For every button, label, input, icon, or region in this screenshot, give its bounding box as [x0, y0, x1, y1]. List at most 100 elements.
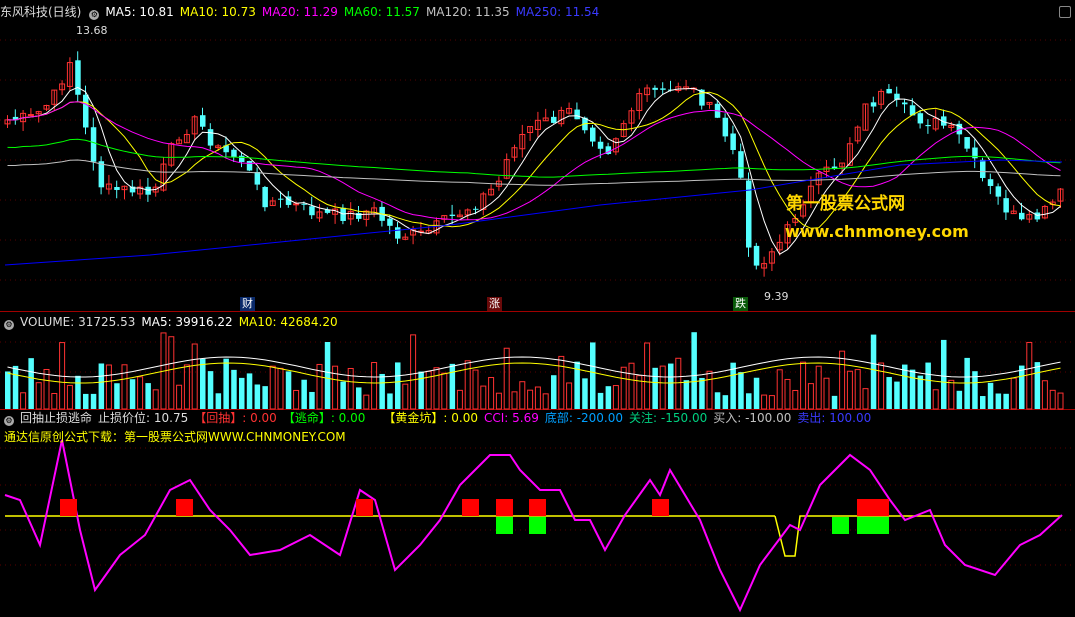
volume-bar	[395, 362, 401, 409]
volume-bar	[1049, 389, 1056, 410]
candle-body	[551, 116, 557, 123]
candle-body	[200, 115, 206, 127]
volume-bar	[488, 377, 495, 410]
candle-body	[590, 127, 596, 142]
ma60-label: MA60: 11.57	[343, 5, 420, 19]
volume-bar	[995, 393, 1002, 409]
volume-bar	[987, 382, 994, 409]
volume-bar	[90, 393, 97, 409]
volume-bar	[176, 384, 183, 410]
volume-bar	[902, 364, 908, 409]
volume-bar	[534, 386, 541, 410]
volume-bar	[418, 371, 424, 409]
low-price-label: 9.39	[764, 290, 789, 303]
settings-icon[interactable]: ⚙	[4, 320, 14, 330]
settings-icon[interactable]: ⚙	[4, 416, 14, 426]
volume-bar	[269, 365, 276, 410]
buy-level: 买入: -100.00	[713, 411, 792, 425]
volume-bar	[75, 375, 81, 409]
zero-line	[774, 515, 1062, 557]
volume-bar	[628, 362, 635, 410]
volume-bar	[456, 389, 463, 410]
indicator-pane[interactable]: ⚙ 回抽止损逃命 止损价位: 10.75 【回抽】: 0.00 【逃命】: 0.00 【黄…	[0, 410, 1075, 617]
volume-bar	[980, 396, 986, 409]
candle-body	[254, 171, 261, 185]
volume-bar	[301, 379, 307, 409]
volume-bar	[558, 355, 565, 410]
volume-bar	[956, 390, 963, 409]
volume-bar	[1057, 392, 1064, 410]
candle-body	[987, 179, 994, 186]
expand-icon[interactable]	[1059, 6, 1071, 18]
sell-signal-block	[529, 499, 546, 516]
volume-bar	[738, 372, 744, 409]
volume-bar	[909, 369, 916, 409]
candle-body	[293, 203, 300, 206]
volume-bar	[402, 383, 409, 410]
event-marker-cai[interactable]: 财	[240, 297, 255, 311]
volume-bar	[464, 360, 471, 410]
huichou-value: 【回抽】: 0.00	[194, 411, 277, 425]
candlestick-chart[interactable]	[0, 0, 1075, 312]
candle-body	[449, 214, 456, 217]
candle-body	[995, 186, 1002, 197]
sell-signal-block	[60, 499, 77, 516]
volume-bar	[51, 392, 58, 410]
candle-body	[738, 151, 744, 178]
candle-body	[722, 117, 729, 137]
candle-body	[75, 60, 81, 95]
volume-bar	[152, 389, 159, 410]
volume-label: VOLUME: 31725.53	[20, 315, 136, 329]
candle-body	[98, 161, 105, 188]
volume-bar	[761, 394, 768, 410]
settings-icon[interactable]: ⚙	[89, 10, 100, 20]
price-pane[interactable]: 东风科技(日线) ⚙ MA5: 10.81 MA10: 10.73 MA20: 11.2…	[0, 0, 1075, 312]
sell-signal-block	[462, 499, 479, 516]
volume-bar	[1034, 362, 1041, 409]
candle-body	[239, 155, 245, 163]
ma250-label: MA250: 11.54	[515, 5, 600, 19]
candle-body	[387, 218, 393, 226]
volume-bar	[668, 363, 674, 409]
volume-bar	[792, 389, 799, 410]
sell-signal-block	[356, 499, 373, 516]
volume-bar	[363, 394, 370, 410]
sell-signal-block	[496, 499, 513, 516]
candle-body	[964, 137, 970, 149]
volume-bar	[527, 389, 534, 410]
volume-bar	[43, 368, 50, 410]
volume-bar	[511, 391, 518, 410]
volume-bar	[223, 358, 229, 409]
volume-bar	[722, 395, 729, 409]
volume-bar	[20, 392, 27, 410]
volume-bar	[239, 377, 245, 409]
volume-bar	[582, 378, 588, 409]
volume-bar	[1019, 365, 1025, 409]
volume-bar	[706, 370, 713, 410]
candle-body	[301, 203, 307, 205]
volume-bar	[566, 382, 573, 410]
volume-bar	[683, 380, 690, 409]
huangjin-value: 【黄金坑】: 0.00	[383, 411, 478, 425]
volume-pane[interactable]: ⚙ VOLUME: 31725.53 MA5: 39916.22 MA10: 4268…	[0, 312, 1075, 410]
volume-bar	[285, 371, 292, 409]
volume-bar	[35, 382, 42, 410]
candle-body	[652, 87, 658, 90]
event-marker-die[interactable]: 跌	[733, 297, 748, 311]
volume-bar	[746, 393, 752, 409]
ma5-label: MA5: 10.81	[105, 5, 174, 19]
volume-bar	[441, 372, 448, 410]
candle-body	[1019, 212, 1025, 220]
candle-body	[262, 186, 268, 208]
buy-signal-block	[529, 517, 546, 534]
buy-signal-block	[857, 517, 889, 534]
volume-bar	[800, 361, 807, 410]
event-marker-zhang[interactable]: 涨	[487, 297, 502, 311]
candle-body	[27, 114, 34, 117]
volume-bar	[597, 392, 604, 409]
candle-body	[1003, 198, 1009, 213]
volume-bar	[753, 377, 760, 409]
candle-body	[278, 198, 284, 200]
volume-bar	[324, 342, 331, 409]
candle-body	[145, 186, 151, 195]
